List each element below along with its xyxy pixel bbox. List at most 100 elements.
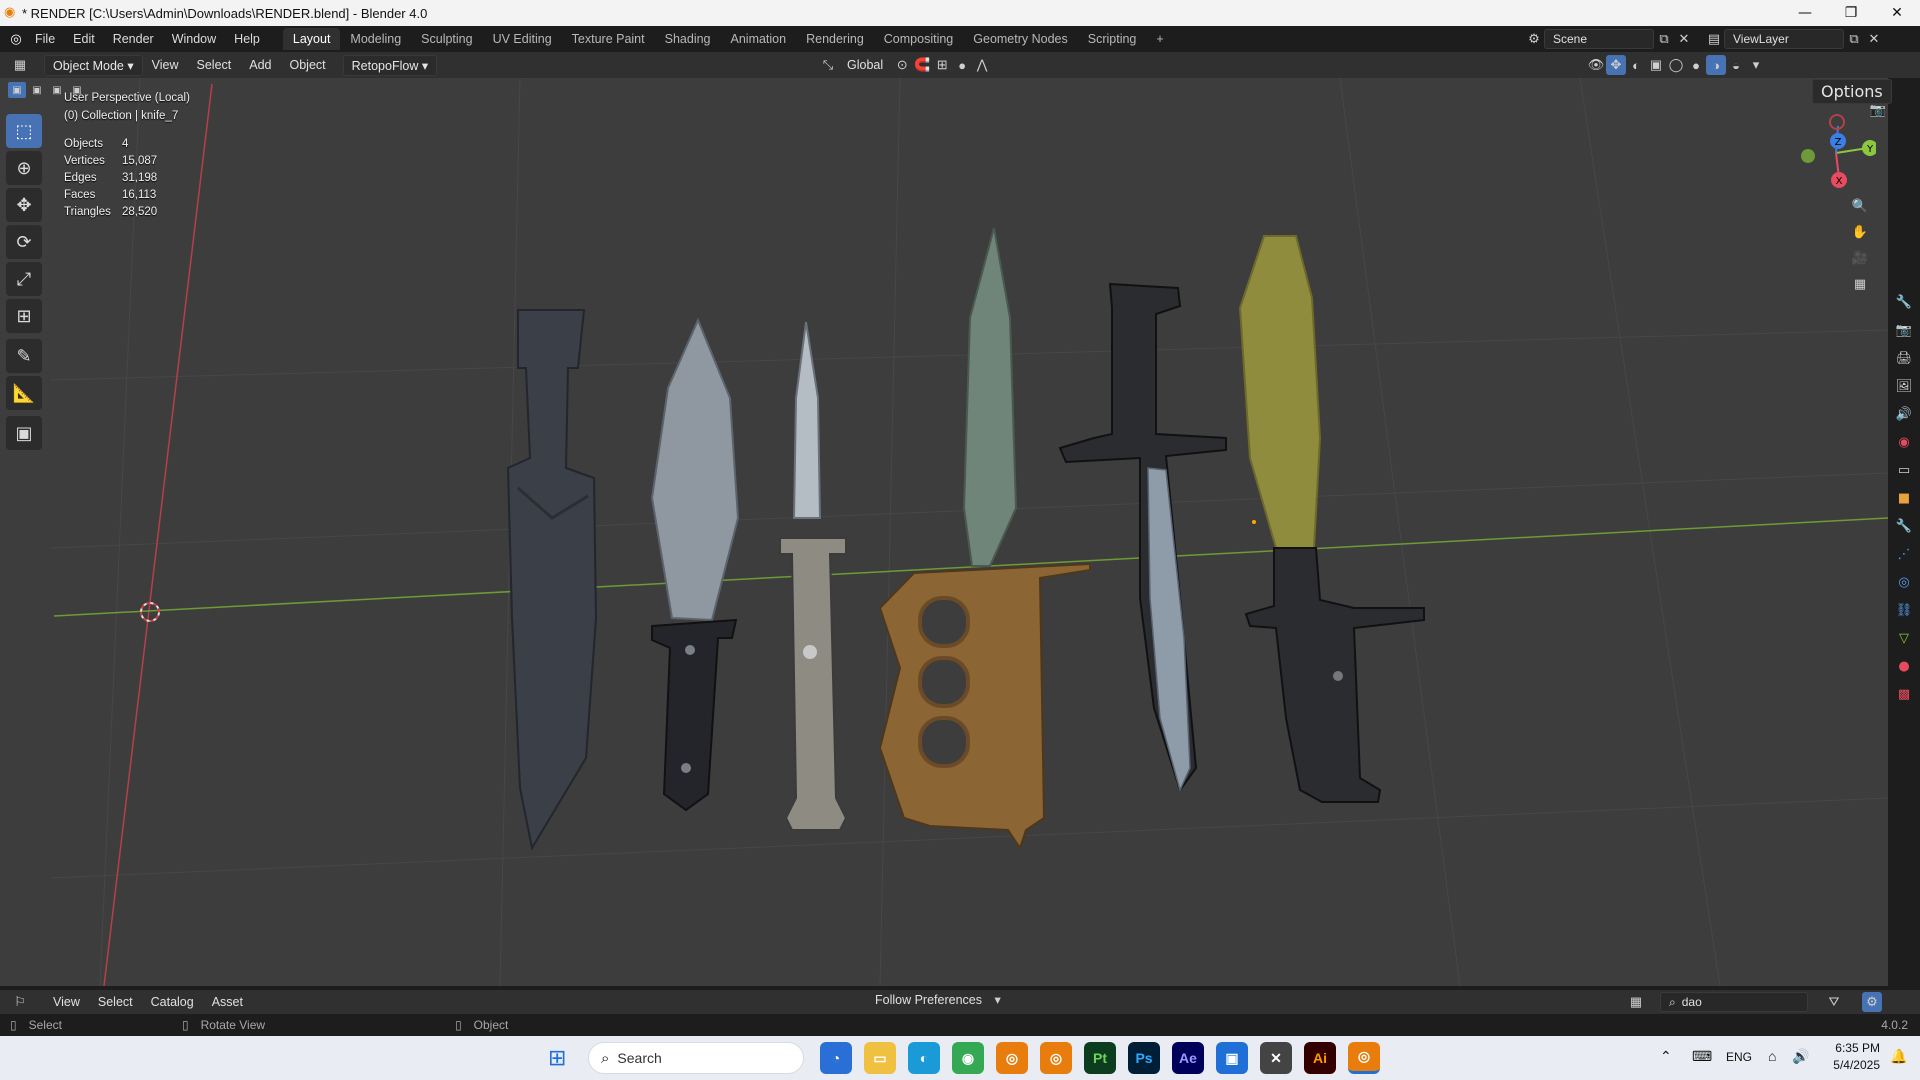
blender-menu-icon[interactable]: ◎ xyxy=(6,29,26,49)
editor-type-icon[interactable]: ▦ xyxy=(10,55,30,75)
tab-shading[interactable]: Shading xyxy=(655,28,721,50)
chrome-browser-icon[interactable]: ◉ xyxy=(952,1042,984,1074)
delete-scene-icon[interactable]: ✕ xyxy=(1674,29,1694,49)
move-tool[interactable]: ✥ xyxy=(6,188,42,222)
select-box-tool[interactable]: ⬚ xyxy=(6,114,42,148)
menu-render[interactable]: Render xyxy=(104,32,163,46)
asset-settings-icon[interactable]: ⚙ xyxy=(1862,992,1882,1012)
shading-options-icon[interactable]: ▾ xyxy=(1746,55,1766,75)
start-button[interactable]: ⊞ xyxy=(548,1045,566,1071)
add-workspace-button[interactable]: + xyxy=(1146,28,1173,50)
object-menu[interactable]: Object xyxy=(281,56,335,74)
substance-painter-icon[interactable]: Pt xyxy=(1084,1042,1116,1074)
view-menu[interactable]: View xyxy=(143,56,188,74)
menu-window[interactable]: Window xyxy=(163,32,225,46)
object-properties-icon[interactable]: ■ xyxy=(1888,484,1920,512)
new-view-layer-icon[interactable]: ⧉ xyxy=(1844,29,1864,49)
mode-dropdown[interactable]: Object Mode ▾ xyxy=(44,54,143,76)
taskbar-search[interactable]: ⌕ Search xyxy=(588,1042,804,1074)
scene-icon[interactable]: ⚙ xyxy=(1524,29,1544,49)
xray-icon[interactable]: ▣ xyxy=(1646,55,1666,75)
select-subtract-icon[interactable]: ▣ xyxy=(48,82,66,98)
pivot-icon[interactable]: ⊙ xyxy=(892,55,912,75)
texture-properties-icon[interactable]: ▩ xyxy=(1888,680,1920,708)
display-mode-icon[interactable]: ▦ xyxy=(1626,992,1646,1012)
overlay-toggle-icon[interactable]: ◐ xyxy=(1626,55,1646,75)
select-extend-icon[interactable]: ▣ xyxy=(28,82,46,98)
scale-tool[interactable]: ⤢ xyxy=(6,262,42,296)
snap-icon[interactable]: 🧲 xyxy=(912,55,932,75)
tab-texture-paint[interactable]: Texture Paint xyxy=(562,28,655,50)
scene-field[interactable]: Scene xyxy=(1544,29,1654,49)
asset-search-input[interactable]: ⌕ dao xyxy=(1660,992,1808,1012)
orientation-dropdown[interactable]: Global xyxy=(838,56,892,74)
tab-rendering[interactable]: Rendering xyxy=(796,28,874,50)
file-explorer-icon[interactable]: ▭ xyxy=(864,1042,896,1074)
cursor-tool[interactable]: ⊕ xyxy=(6,151,42,185)
app-icon[interactable]: ◔ xyxy=(820,1042,852,1074)
modifier-properties-icon[interactable]: 🔧 xyxy=(1888,512,1920,540)
scene-properties-icon[interactable]: 🔊 xyxy=(1888,400,1920,428)
data-properties-icon[interactable]: ▽ xyxy=(1888,624,1920,652)
blender-active-icon[interactable]: ◎ xyxy=(1348,1042,1380,1074)
rotate-tool[interactable]: ⟳ xyxy=(6,225,42,259)
camera-view-icon[interactable]: 🎥 xyxy=(1850,248,1870,268)
language-indicator[interactable]: ENG xyxy=(1726,1050,1752,1064)
view-layer-field[interactable]: ViewLayer xyxy=(1724,29,1844,49)
minimize-button[interactable]: — xyxy=(1782,0,1828,26)
blender-app-icon[interactable]: ◎ xyxy=(996,1042,1028,1074)
render-properties-icon[interactable]: 📷 xyxy=(1888,316,1920,344)
knife-trench[interactable] xyxy=(962,227,1018,567)
snap-target-icon[interactable]: ⊞ xyxy=(932,55,952,75)
delete-view-layer-icon[interactable]: ✕ xyxy=(1864,29,1884,49)
photoshop-icon[interactable]: Ps xyxy=(1128,1042,1160,1074)
asset-select-menu[interactable]: Select xyxy=(89,993,142,1011)
tab-layout[interactable]: Layout xyxy=(282,28,341,50)
knife-stiletto[interactable] xyxy=(792,321,822,519)
collection-properties-icon[interactable]: ▭ xyxy=(1888,456,1920,484)
network-icon[interactable]: ⌂ xyxy=(1768,1048,1776,1064)
zoom-icon[interactable]: 🔍 xyxy=(1850,196,1870,216)
tool-properties-icon[interactable]: 🔧 xyxy=(1888,288,1920,316)
tab-geometry-nodes[interactable]: Geometry Nodes xyxy=(963,28,1077,50)
shading-solid-icon[interactable]: ● xyxy=(1686,55,1706,75)
3d-viewport[interactable]: ⬚ ⊕ ✥ ⟳ ⤢ ⊞ ✎ 📐 ▣ User Perspective (Loca… xyxy=(0,78,1888,986)
tab-animation[interactable]: Animation xyxy=(721,28,797,50)
knife-sheath[interactable] xyxy=(506,309,598,851)
store-icon[interactable]: ▣ xyxy=(1216,1042,1248,1074)
volume-icon[interactable]: 🔊 xyxy=(1792,1048,1809,1065)
select-new-icon[interactable]: ▣ xyxy=(8,82,26,98)
retopoflow-menu[interactable]: RetopoFlow ▾ xyxy=(342,54,438,76)
view-layer-icon[interactable]: ▤ xyxy=(1704,29,1724,49)
world-properties-icon[interactable]: ◉ xyxy=(1888,428,1920,456)
particles-properties-icon[interactable]: ⋰ xyxy=(1888,540,1920,568)
clock[interactable]: 6:35 PM 5/4/2025 xyxy=(1826,1040,1880,1074)
knife-bayonet[interactable] xyxy=(1058,282,1227,793)
asset-catalog-menu[interactable]: Catalog xyxy=(142,993,203,1011)
add-menu[interactable]: Add xyxy=(240,56,280,74)
add-cube-tool[interactable]: ▣ xyxy=(6,416,42,450)
shading-wireframe-icon[interactable]: ◯ xyxy=(1666,55,1686,75)
measure-tool[interactable]: 📐 xyxy=(6,376,42,410)
menu-edit[interactable]: Edit xyxy=(64,32,104,46)
tab-uv-editing[interactable]: UV Editing xyxy=(483,28,562,50)
after-effects-icon[interactable]: Ae xyxy=(1172,1042,1204,1074)
tab-sculpting[interactable]: Sculpting xyxy=(411,28,482,50)
blender-app-2-icon[interactable]: ◎ xyxy=(1040,1042,1072,1074)
asset-view-menu[interactable]: View xyxy=(44,993,89,1011)
material-properties-icon[interactable]: ● xyxy=(1888,652,1920,680)
select-menu[interactable]: Select xyxy=(188,56,241,74)
falloff-icon[interactable]: ⋀ xyxy=(972,55,992,75)
options-button[interactable]: Options xyxy=(1812,79,1892,104)
illustrator-icon[interactable]: Ai xyxy=(1304,1042,1336,1074)
constraints-properties-icon[interactable]: ⛓ xyxy=(1888,596,1920,624)
output-properties-icon[interactable]: 🖨 xyxy=(1888,344,1920,372)
import-method-dropdown[interactable]: Follow Preferences ▾ xyxy=(866,992,1006,1007)
annotate-tool[interactable]: ✎ xyxy=(6,339,42,373)
maximize-button[interactable]: ❐ xyxy=(1828,0,1874,26)
asset-menu[interactable]: Asset xyxy=(203,993,252,1011)
notification-icon[interactable]: 🔔 xyxy=(1890,1048,1907,1065)
gizmo-toggle-icon[interactable]: ✥ xyxy=(1606,55,1626,75)
visibility-icon[interactable]: 👁 xyxy=(1586,55,1606,75)
transform-tool[interactable]: ⊞ xyxy=(6,299,42,333)
